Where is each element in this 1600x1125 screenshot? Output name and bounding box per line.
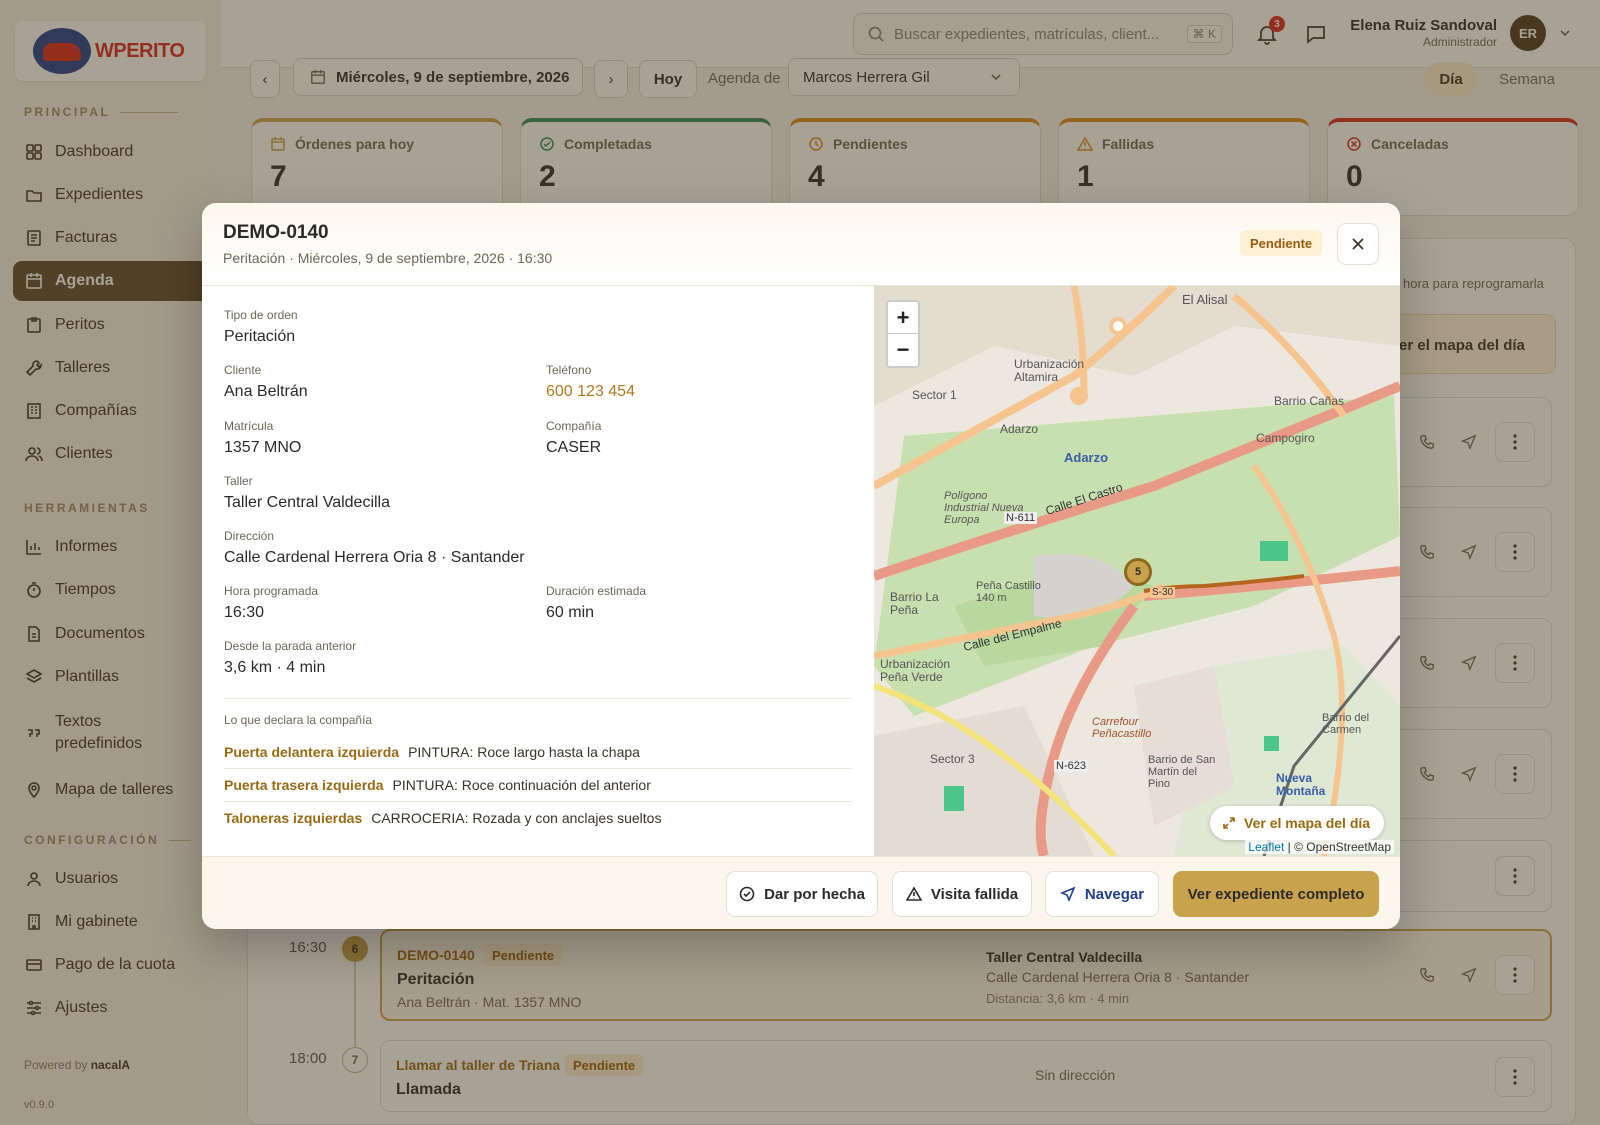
map-label: Sector 1: [912, 388, 957, 402]
map-label: Adarzo: [1000, 422, 1039, 436]
field-desde: Desde la parada anterior 3,6 km · 4 min: [224, 639, 357, 676]
close-button[interactable]: [1337, 223, 1379, 265]
field-matricula: Matrícula 1357 MNO: [224, 419, 302, 456]
declare-row: Puerta delantera izquierda PINTURA: Roce …: [224, 744, 640, 760]
divider: [224, 768, 852, 769]
visita-fallida-button[interactable]: Visita fallida: [892, 871, 1032, 917]
leaflet-link[interactable]: Leaflet: [1248, 840, 1284, 854]
field-telefono[interactable]: Teléfono 600 123 454: [546, 363, 635, 401]
map-label: Urbanización Peña Verde: [880, 657, 951, 684]
map-label: El Alisal: [1182, 292, 1228, 307]
field-compania: Compañía CASER: [546, 419, 602, 456]
map-label: Barrio del Carmen: [1322, 712, 1370, 736]
map-label: Sector 3: [930, 752, 975, 766]
zoom-out-button[interactable]: −: [888, 334, 918, 366]
divider: [224, 698, 852, 699]
declare-row: Taloneras izquierdas CARROCERIA: Rozada y…: [224, 810, 662, 826]
map-attribution: Leaflet | © OpenStreetMap: [1245, 840, 1394, 854]
status-badge: Pendiente: [1240, 230, 1323, 256]
navegar-button[interactable]: Navegar: [1045, 871, 1159, 917]
close-icon: [1352, 238, 1364, 250]
phone-link[interactable]: 600 123 454: [546, 383, 635, 401]
map-label: Peña Castillo 140 m: [976, 580, 1041, 604]
map-label: S-30: [1150, 587, 1176, 598]
warning-icon: [905, 886, 922, 901]
map-label: Carrefour Peñacastillo: [1092, 716, 1152, 740]
map-label: Adarzo: [1064, 450, 1109, 465]
expand-icon: [1223, 817, 1235, 829]
check-circle-icon: [739, 886, 755, 902]
field-direccion: Dirección Calle Cardenal Herrera Oria 8 ·…: [224, 529, 525, 566]
navigate-icon: [1059, 886, 1076, 902]
modal-subtitle: Peritación · Miércoles, 9 de septiembre,…: [223, 250, 553, 266]
map-label: Nueva Montaña: [1276, 771, 1326, 798]
map-cluster-marker[interactable]: 5: [1124, 558, 1152, 586]
declares-title: Lo que declara la compañía: [224, 713, 373, 727]
modal-footer: Dar por hecha Visita fallida Navegar Ver…: [202, 856, 1400, 929]
map-zoom-control: + −: [886, 300, 920, 368]
field-cliente: Cliente Ana Beltrán: [224, 363, 308, 400]
field-tipo: Tipo de orden Peritación: [224, 308, 298, 345]
divider: [224, 801, 852, 802]
ver-expediente-completo-button[interactable]: Ver expediente completo: [1173, 871, 1379, 917]
field-hora: Hora programada 16:30: [224, 584, 319, 621]
map-label: Barrio La Peña: [890, 590, 939, 617]
map-label: Barrio Cañas: [1274, 394, 1345, 408]
field-taller: Taller Taller Central Valdecilla: [224, 474, 390, 511]
map-label: Urbanización Altamira: [1014, 357, 1085, 384]
map-label: Polígono Industrial Nueva Europa: [944, 490, 1024, 526]
order-detail-modal: DEMO-0140 Peritación · Miércoles, 9 de s…: [202, 203, 1400, 929]
order-map[interactable]: El Alisal Urbanización Altamira Sector 1…: [874, 286, 1400, 856]
dar-por-hecha-button[interactable]: Dar por hecha: [726, 871, 878, 917]
modal-title: DEMO-0140: [223, 222, 329, 243]
declare-row: Puerta trasera izquierda PINTURA: Roce co…: [224, 777, 651, 793]
zoom-in-button[interactable]: +: [888, 302, 918, 334]
map-label: N-623: [1054, 760, 1088, 772]
map-label: Barrio de San Martín del Pino: [1148, 754, 1216, 790]
field-duracion: Duración estimada 60 min: [546, 584, 647, 621]
map-label: Campogiro: [1256, 431, 1315, 445]
ver-mapa-dia-button[interactable]: Ver el mapa del día: [1210, 806, 1385, 840]
modal-header: DEMO-0140 Peritación · Miércoles, 9 de s…: [202, 203, 1400, 286]
